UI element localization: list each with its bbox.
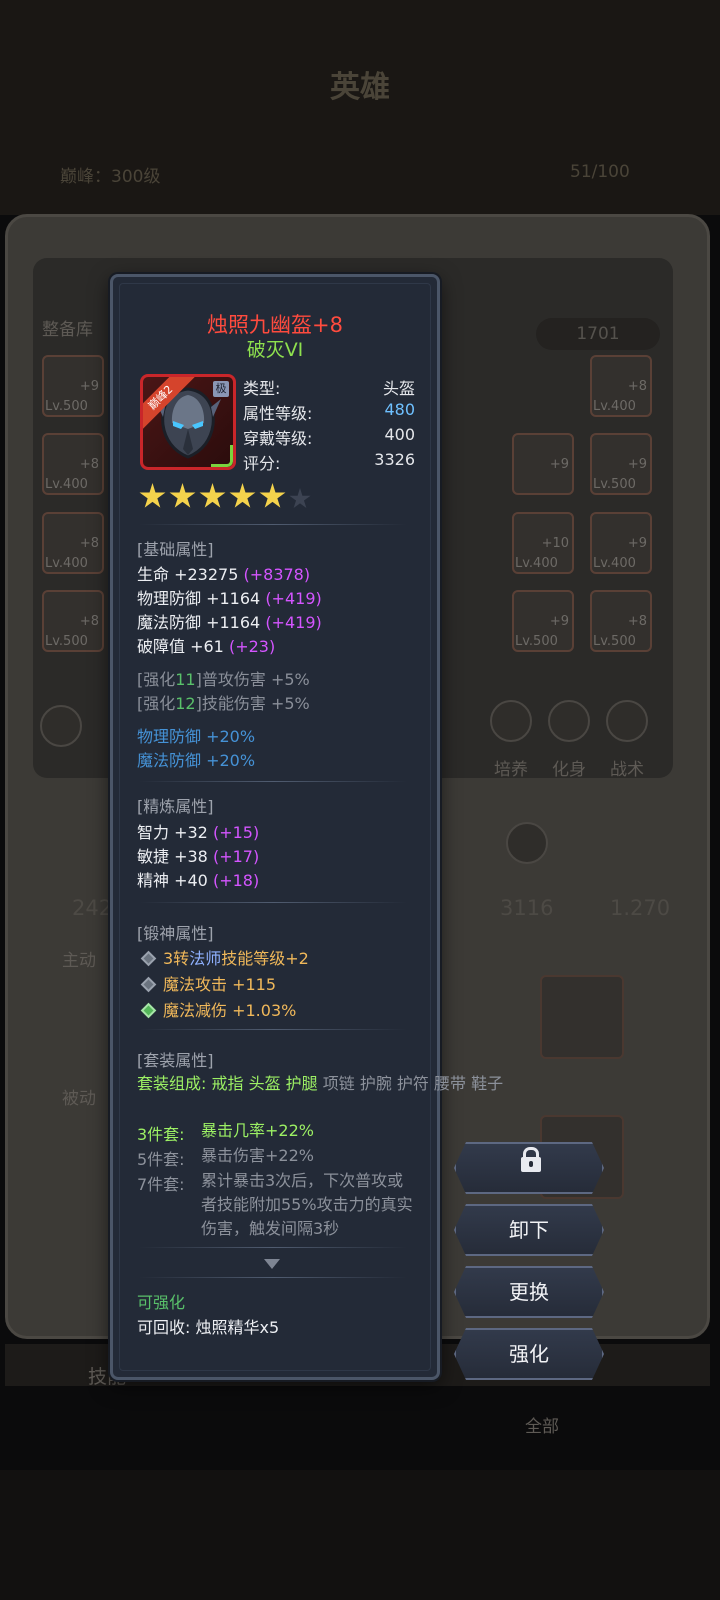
base-attr-title: [基础属性] bbox=[137, 540, 214, 559]
stat-defense: 3116 bbox=[500, 896, 554, 920]
item-icon: 巅峰2 极 bbox=[140, 374, 236, 470]
power-score: 1701 bbox=[536, 318, 660, 350]
percent-bonus-line: 魔法防御 +20% bbox=[137, 751, 256, 770]
page-title: 英雄 bbox=[330, 70, 390, 105]
diamond-icon bbox=[140, 950, 157, 967]
equip-slot[interactable]: +9 bbox=[512, 433, 574, 495]
forge-attr-title: [锻神属性] bbox=[137, 924, 214, 943]
divider bbox=[139, 524, 407, 525]
info-attr-level: 属性等级: 480 bbox=[243, 400, 415, 423]
star-rating bbox=[139, 483, 314, 514]
enhance-bonus-line: [强化11]普攻伤害 +5% bbox=[137, 670, 310, 689]
replace-button[interactable]: 更换 bbox=[454, 1266, 604, 1318]
equip-slot[interactable]: +9 Lv.500 bbox=[590, 433, 652, 495]
item-tooltip: 烛照九幽盔+8 破灭VI 巅峰2 极 类型: 头盔 属性等级: 480 穿戴等级: 4… bbox=[110, 274, 504, 1380]
base-attr-line: 魔法防御 +1164 (+419) bbox=[137, 613, 322, 632]
recycle-text: 可回收: 烛照精华x5 bbox=[137, 1318, 280, 1337]
equip-slot[interactable]: +9 Lv.500 bbox=[512, 590, 574, 652]
avatar-icon[interactable] bbox=[548, 700, 590, 742]
set-attr-title: [套装属性] bbox=[137, 1051, 214, 1070]
refine-attr-line: 敏捷 +38 (+17) bbox=[137, 847, 260, 866]
divider bbox=[139, 781, 407, 782]
base-attr-line: 破障值 +61 (+23) bbox=[137, 637, 276, 656]
can-enhance-text: 可强化 bbox=[137, 1293, 186, 1312]
info-type: 类型: 头盔 bbox=[243, 379, 415, 398]
hero-count: 51/100 bbox=[570, 162, 630, 182]
equip-slot[interactable]: +8 Lv.400 bbox=[42, 433, 104, 495]
base-attr-line: 物理防御 +1164 (+419) bbox=[137, 589, 322, 608]
set-tier-3: 3件套: bbox=[137, 1125, 185, 1144]
equip-slot[interactable]: +8 Lv.400 bbox=[590, 355, 652, 417]
bottom-nav bbox=[0, 1470, 720, 1600]
diamond-icon bbox=[140, 1002, 157, 1019]
set-composition: 套装组成: 戒指 头盔 护腿 项链 护腕 护符 腰带 鞋子 bbox=[137, 1074, 504, 1093]
set-tier-5-desc: 暴击伤害+22% bbox=[201, 1146, 314, 1165]
refine-attr-line: 精神 +40 (+18) bbox=[137, 871, 260, 890]
equip-slot[interactable]: +9 Lv.400 bbox=[590, 512, 652, 574]
forge-attr-line: 3转法师技能等级+2 bbox=[137, 945, 309, 969]
enhance-bonus-line: [强化12]技能伤害 +5% bbox=[137, 694, 310, 713]
lock-icon bbox=[521, 1147, 541, 1172]
percent-bonus-line: 物理防御 +20% bbox=[137, 727, 256, 746]
active-skill-label: 主动 bbox=[62, 951, 96, 971]
armory-label[interactable]: 整备库 bbox=[42, 315, 93, 340]
set-tier-3-desc: 暴击几率+22% bbox=[201, 1121, 314, 1140]
stat-speed: 1.270 bbox=[610, 896, 671, 920]
tactics-icon[interactable] bbox=[606, 700, 648, 742]
tactics-label: 战术 bbox=[610, 760, 644, 780]
peak-level: 巅峰：300级 bbox=[60, 167, 161, 187]
refine-attr-title: [精炼属性] bbox=[137, 797, 214, 816]
refine-attr-line: 智力 +32 (+15) bbox=[137, 823, 260, 842]
set-tier-7-desc: 累计暴击3次后，下次普攻或者技能附加55%攻击力的真实伤害，触发间隔3秒 bbox=[201, 1171, 413, 1238]
equip-slot[interactable]: +9 Lv.500 bbox=[42, 355, 104, 417]
equip-slot[interactable]: +8 Lv.500 bbox=[590, 590, 652, 652]
lock-button[interactable] bbox=[454, 1142, 604, 1194]
screen: 英雄 巅峰：300级 51/100 整备库 1701 +9 Lv.500 +8 Lv… bbox=[0, 0, 720, 1600]
filter-all[interactable]: 全部 bbox=[525, 1412, 559, 1437]
unequip-button[interactable]: 卸下 bbox=[454, 1204, 604, 1256]
enhance-button[interactable]: 强化 bbox=[454, 1328, 604, 1380]
equip-slot[interactable]: +8 Lv.500 bbox=[42, 590, 104, 652]
divider bbox=[139, 1277, 407, 1278]
equip-slot[interactable]: +10 Lv.400 bbox=[512, 512, 574, 574]
skill-slot[interactable] bbox=[540, 975, 624, 1059]
hero-avatar-button[interactable] bbox=[40, 705, 82, 747]
star-empty-icon bbox=[289, 488, 311, 509]
stat-attack: 242 bbox=[72, 896, 113, 920]
forge-attr-line: 魔法攻击 +115 bbox=[137, 971, 276, 995]
divider bbox=[139, 1029, 407, 1030]
grade-tag: 极 bbox=[213, 381, 229, 397]
star-icon bbox=[139, 483, 166, 508]
divider bbox=[139, 1247, 407, 1248]
set-tier-7: 7件套: bbox=[137, 1175, 185, 1194]
set-tier-5: 5件套: bbox=[137, 1150, 185, 1169]
forge-attr-line: 魔法减伤 +1.03% bbox=[137, 997, 296, 1021]
train-label: 培养 bbox=[494, 760, 528, 780]
equip-slot[interactable]: +8 Lv.400 bbox=[42, 512, 104, 574]
info-score: 评分: 3326 bbox=[243, 450, 415, 473]
passive-skill-label: 被动 bbox=[62, 1089, 96, 1109]
star-icon bbox=[259, 483, 286, 508]
star-icon bbox=[169, 483, 196, 508]
star-icon bbox=[199, 483, 226, 508]
avatar-label: 化身 bbox=[552, 760, 586, 780]
star-icon bbox=[229, 483, 256, 508]
expand-arrow-icon[interactable] bbox=[264, 1259, 280, 1269]
train-icon[interactable] bbox=[490, 700, 532, 742]
talent-node-icon[interactable] bbox=[506, 822, 548, 864]
item-subtitle: 破灭VI bbox=[246, 339, 304, 361]
divider bbox=[139, 902, 407, 903]
base-attr-line: 生命 +23275 (+8378) bbox=[137, 565, 311, 584]
diamond-icon bbox=[140, 976, 157, 993]
info-wear-level: 穿戴等级: 400 bbox=[243, 425, 415, 448]
frame-corner bbox=[211, 445, 233, 467]
